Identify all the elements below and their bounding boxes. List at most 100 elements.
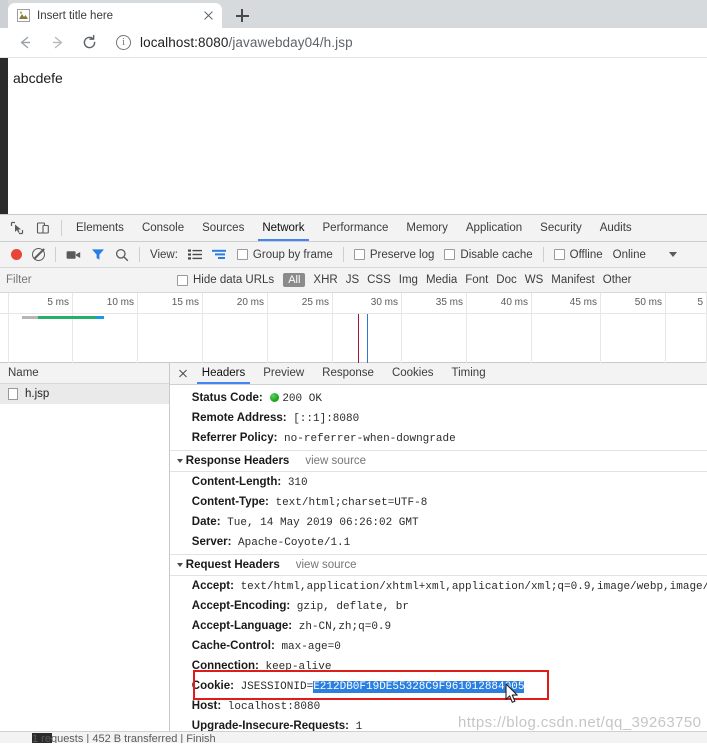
close-icon[interactable] <box>201 8 216 23</box>
tick-label: 50 ms <box>634 297 662 308</box>
offline-checkbox[interactable]: Offline <box>549 242 608 268</box>
type-filter-manifest[interactable]: Manifest <box>547 274 598 286</box>
request-headers-section[interactable]: Request Headers view source <box>169 554 707 576</box>
record-button[interactable] <box>6 242 27 268</box>
request-list-header[interactable]: Name <box>0 363 169 384</box>
type-filter-css[interactable]: CSS <box>363 274 395 286</box>
network-filter-bar: Hide data URLs All XHR JS CSS Img Media … <box>0 268 707 293</box>
type-filter-font[interactable]: Font <box>461 274 492 286</box>
divider <box>342 247 344 262</box>
devtools-tab-console[interactable]: Console <box>133 215 193 241</box>
header-row-server: Server: Apache-Coyote/1.1 <box>170 532 707 552</box>
load-event-line <box>358 314 359 363</box>
type-filter-other[interactable]: Other <box>599 274 636 286</box>
type-filter-img[interactable]: Img <box>395 274 422 286</box>
headers-content: Status Code: 200 OK Remote Address: [::1… <box>169 385 707 743</box>
type-filter-media[interactable]: Media <box>422 274 461 286</box>
tick-label: 5 ms <box>47 297 69 308</box>
type-filter-ws[interactable]: WS <box>521 274 548 286</box>
view-source-link[interactable]: view source <box>305 455 366 467</box>
devtools-tab-network[interactable]: Network <box>253 215 313 241</box>
filter-input[interactable] <box>6 274 166 286</box>
request-list: Name h.jsp <box>0 363 170 743</box>
devtools-tabbar: Elements Console Sources Network Perform… <box>0 215 707 242</box>
header-key: Cookie: <box>191 679 234 692</box>
chevron-down-icon <box>176 459 183 463</box>
image-icon <box>17 9 30 22</box>
inspect-element-icon[interactable] <box>4 216 30 240</box>
devtools-tab-memory[interactable]: Memory <box>397 215 457 241</box>
type-filter-all[interactable]: All <box>283 273 306 287</box>
header-key: Content-Length: <box>191 475 282 488</box>
header-key: Referrer Policy: <box>191 431 278 444</box>
capture-screenshots-button[interactable] <box>61 242 86 268</box>
detail-tab-response[interactable]: Response <box>313 363 383 384</box>
devtools-tab-performance[interactable]: Performance <box>314 215 398 241</box>
caret <box>668 252 677 257</box>
header-row-cookie[interactable]: Cookie: JSESSIONID=E212DB0F19DE55328C9F9… <box>170 676 707 696</box>
devtools-tab-application[interactable]: Application <box>457 215 531 241</box>
divider <box>61 220 62 236</box>
browser-tab[interactable]: Insert title here <box>8 3 222 28</box>
header-key: Connection: <box>191 659 259 672</box>
devtools-tab-elements[interactable]: Elements <box>67 215 133 241</box>
devtools-tab-sources[interactable]: Sources <box>193 215 253 241</box>
waterfall-view-icon[interactable] <box>207 242 232 268</box>
type-filter-xhr[interactable]: XHR <box>309 274 341 286</box>
type-filter-doc[interactable]: Doc <box>492 274 520 286</box>
chevron-down-icon[interactable] <box>651 242 682 268</box>
tab-title: Insert title here <box>37 9 114 22</box>
search-icon[interactable] <box>110 242 134 268</box>
group-by-frame-checkbox[interactable]: Group by frame <box>232 242 338 268</box>
detail-tab-cookies[interactable]: Cookies <box>383 363 443 384</box>
new-tab-button[interactable] <box>228 3 256 28</box>
tick-label: 30 ms <box>370 297 398 308</box>
header-key: Content-Type: <box>191 495 269 508</box>
dom-content-loaded-line <box>367 314 368 363</box>
preserve-log-checkbox[interactable]: Preserve log <box>349 242 440 268</box>
detail-tab-preview[interactable]: Preview <box>254 363 313 384</box>
window-left-edge <box>0 0 8 28</box>
throttling-select[interactable]: Online <box>608 242 651 268</box>
response-headers-section[interactable]: Response Headers view source <box>169 450 707 472</box>
watermark-text: https://blog.csdn.net/qq_39263750 <box>458 714 702 731</box>
hide-data-urls-checkbox[interactable]: Hide data URLs <box>172 267 279 293</box>
url-path: /javawebday04/h.jsp <box>228 35 353 50</box>
filter-toggle-button[interactable] <box>86 242 110 268</box>
url-text: localhost:8080/javawebday04/h.jsp <box>140 35 353 50</box>
header-row-accept: Accept: text/html,application/xhtml+xml,… <box>170 576 707 596</box>
detail-tab-headers[interactable]: Headers <box>193 363 254 384</box>
header-value: text/html,application/xhtml+xml,applicat… <box>240 580 707 593</box>
devtools-tab-security[interactable]: Security <box>531 215 591 241</box>
table-row[interactable]: h.jsp <box>0 384 169 404</box>
header-key: Upgrade-Insecure-Requests: <box>191 719 349 732</box>
clear-button[interactable] <box>27 242 50 268</box>
detail-tab-timing[interactable]: Timing <box>443 363 495 384</box>
offline-label: Offline <box>569 248 603 261</box>
site-info-icon[interactable]: i <box>116 35 131 50</box>
devtools-tab-audits[interactable]: Audits <box>591 215 641 241</box>
view-source-link[interactable]: view source <box>296 559 357 571</box>
page-viewport: abcdefe <box>0 58 707 215</box>
reload-button[interactable] <box>76 30 102 56</box>
forward-button[interactable] <box>44 30 70 56</box>
checkbox-icon <box>353 249 365 260</box>
header-row-remote-address: Remote Address: [::1]:8080 <box>170 408 707 428</box>
preserve-log-label: Preserve log <box>369 248 435 261</box>
back-button[interactable] <box>12 30 38 56</box>
type-filter-js[interactable]: JS <box>342 274 363 286</box>
tick-label: 10 ms <box>106 297 134 308</box>
disable-cache-checkbox[interactable]: Disable cache <box>439 242 537 268</box>
network-overview-timeline[interactable]: 5 ms 10 ms 15 ms 20 ms 25 ms 30 ms 35 ms… <box>0 293 707 363</box>
header-row-status-code: Status Code: 200 OK <box>170 388 707 408</box>
header-key: Accept-Language: <box>191 619 293 632</box>
close-icon[interactable] <box>173 364 193 384</box>
cookie-session-id-selected[interactable]: E212DB0F19DE55328C9F961012884005 <box>313 680 525 693</box>
header-row-date: Date: Tue, 14 May 2019 06:26:02 GMT <box>170 512 707 532</box>
address-bar[interactable]: i localhost:8080/javawebday04/h.jsp <box>116 31 697 55</box>
timeline-ruler: 5 ms 10 ms 15 ms 20 ms 25 ms 30 ms 35 ms… <box>0 293 707 363</box>
clear-icon <box>32 248 45 261</box>
list-view-icon[interactable] <box>183 242 207 268</box>
header-key: Status Code: <box>191 391 263 404</box>
toggle-device-toolbar-icon[interactable] <box>30 216 56 240</box>
